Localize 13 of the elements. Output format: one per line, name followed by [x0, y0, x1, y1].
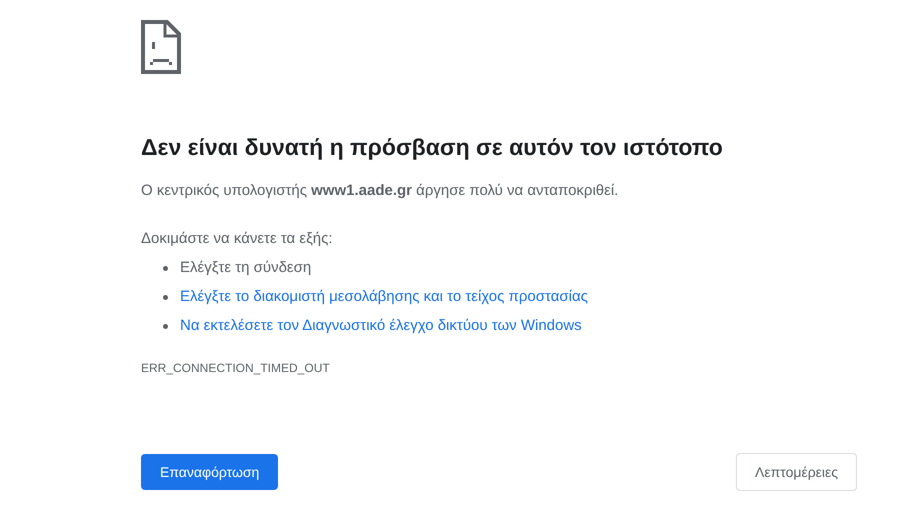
error-heading: Δεν είναι δυνατή η πρόσβαση σε αυτόν τον ιστότοπο: [141, 133, 724, 162]
suggestion-link[interactable]: Ελέγξτε το διακομιστή μεσολάβησης και το τείχος προστασίας: [180, 286, 588, 309]
details-button[interactable]: Λεπτομέρειες: [736, 453, 857, 491]
bullet-icon: [163, 295, 168, 300]
suggestions-intro: Δοκιμάστε να κάνετε τα εξής:: [141, 228, 334, 248]
sad-page-icon: [141, 20, 181, 74]
reload-button[interactable]: Επαναφόρτωση: [141, 454, 278, 490]
suggestion-text: Ελέγξτε τη σύνδεση: [180, 258, 312, 278]
error-message: Ο κεντρικός υπολογιστής www1.aade.gr άργησε πολύ να ανταποκριθεί.: [141, 181, 620, 201]
bullet-icon: [163, 324, 168, 329]
error-code: ERR_CONNECTION_TIMED_OUT: [141, 360, 331, 377]
bullet-icon: [163, 266, 168, 271]
suggestion-link[interactable]: Να εκτελέσετε τον Διαγνωστικό έλεγχο δικτύου των Windows: [180, 315, 582, 338]
